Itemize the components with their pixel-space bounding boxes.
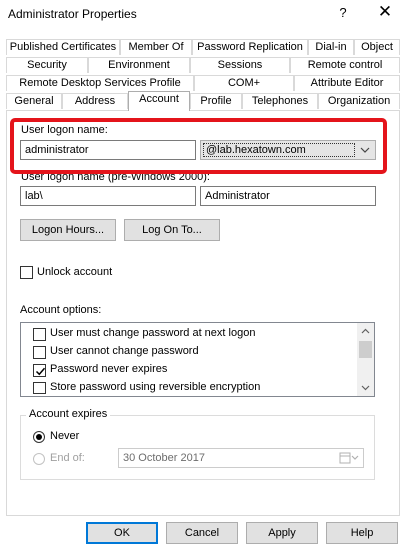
never-radio[interactable] [33, 431, 45, 443]
option-checkbox-never-expires[interactable] [33, 364, 46, 377]
option-label-never-expires: Password never expires [50, 363, 168, 375]
chevron-down-icon [360, 147, 370, 153]
option-checkbox-reversible-encryption[interactable] [33, 382, 46, 394]
title-bar: Administrator Properties ? ✕ [0, 0, 406, 30]
tab-password-replication[interactable]: Password Replication [192, 39, 308, 55]
end-of-label: End of: [50, 452, 85, 464]
never-label: Never [50, 430, 80, 442]
window-title: Administrator Properties [8, 7, 137, 21]
scroll-up-icon[interactable] [357, 323, 374, 340]
tab-account[interactable]: Account [128, 91, 190, 111]
radio-selected-dot [36, 434, 42, 440]
ok-button[interactable]: OK [86, 522, 158, 544]
tab-environment[interactable]: Environment [88, 57, 190, 73]
tab-address[interactable]: Address [62, 93, 128, 109]
option-label-cannot-change: User cannot change password [50, 345, 199, 357]
upn-suffix-dropdown[interactable]: @lab.hexatown.com [200, 140, 376, 160]
account-options-label: Account options: [20, 304, 102, 316]
log-on-to-button[interactable]: Log On To... [124, 219, 220, 241]
tab-general[interactable]: General [6, 93, 62, 109]
option-checkbox-cannot-change[interactable] [33, 346, 46, 359]
tab-published-certificates[interactable]: Published Certificates [6, 39, 120, 55]
domain-prefix-input: lab\ [20, 186, 196, 206]
scrollbar-thumb[interactable] [359, 341, 372, 358]
sam-account-name-input[interactable]: Administrator [200, 186, 376, 206]
tab-remote-control[interactable]: Remote control [290, 57, 400, 73]
pre2000-label: User logon name (pre-Windows 2000): [21, 171, 210, 183]
scroll-down-icon[interactable] [357, 379, 374, 396]
unlock-account-checkbox[interactable] [20, 266, 33, 279]
tab-com-plus[interactable]: COM+ [194, 75, 294, 91]
account-expires-title: Account expires [26, 408, 111, 420]
end-of-radio[interactable] [33, 453, 45, 465]
tab-organization[interactable]: Organization [318, 93, 400, 109]
option-label-must-change: User must change password at next logon [50, 327, 256, 339]
option-label-reversible-encryption: Store password using reversible encrypti… [50, 381, 261, 393]
option-checkbox-must-change[interactable] [33, 328, 46, 341]
close-icon[interactable]: ✕ [376, 2, 394, 22]
apply-button[interactable]: Apply [246, 522, 318, 544]
unlock-account-label: Unlock account [37, 266, 113, 278]
options-scrollbar[interactable] [357, 323, 374, 396]
tab-attribute-editor[interactable]: Attribute Editor [294, 75, 400, 91]
calendar-icon[interactable] [338, 451, 360, 465]
help-button[interactable]: Help [326, 522, 398, 544]
tab-sessions[interactable]: Sessions [190, 57, 290, 73]
logon-name-input[interactable]: administrator [20, 140, 196, 160]
tab-member-of[interactable]: Member Of [120, 39, 192, 55]
tab-profile[interactable]: Profile [190, 93, 242, 109]
tab-dial-in[interactable]: Dial-in [308, 39, 354, 55]
upn-suffix-value: @lab.hexatown.com [203, 143, 355, 157]
end-date-picker[interactable]: 30 October 2017 [118, 448, 364, 468]
end-date-value: 30 October 2017 [123, 452, 205, 464]
tab-remote-desktop-services-profile[interactable]: Remote Desktop Services Profile [6, 75, 194, 91]
logon-name-label: User logon name: [21, 124, 108, 136]
account-options-list[interactable]: User must change password at next logon … [20, 322, 375, 397]
tab-telephones[interactable]: Telephones [242, 93, 318, 109]
help-icon[interactable]: ? [336, 5, 350, 20]
logon-hours-button[interactable]: Logon Hours... [20, 219, 116, 241]
tab-object[interactable]: Object [354, 39, 400, 55]
checkmark-icon [35, 367, 46, 376]
cancel-button[interactable]: Cancel [166, 522, 238, 544]
tab-security[interactable]: Security [6, 57, 88, 73]
